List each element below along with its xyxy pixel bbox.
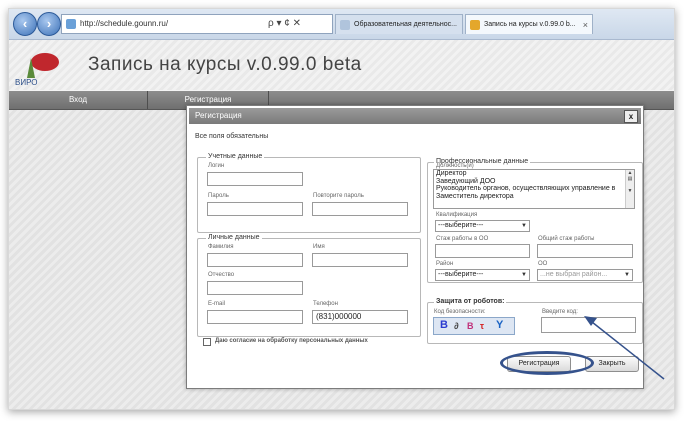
- pointer-arrow-icon: [584, 316, 665, 380]
